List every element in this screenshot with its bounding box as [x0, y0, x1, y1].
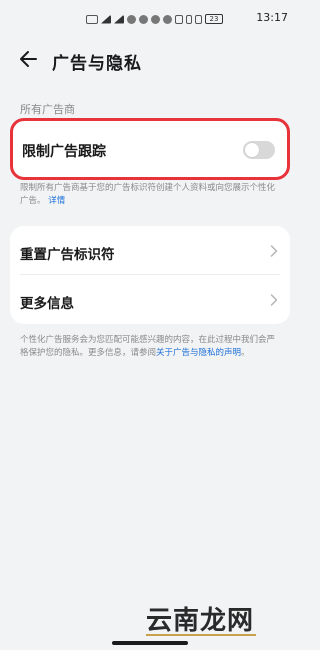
- nfc-icon: [175, 14, 183, 24]
- reset-ad-id-row[interactable]: 重置广告标识符: [10, 226, 290, 275]
- watermark-text: 云南龙网: [146, 606, 255, 636]
- app-icon: [139, 14, 148, 24]
- watermark: 云南龙网: [146, 600, 266, 640]
- section-label: 所有广告商: [20, 103, 75, 116]
- status-bar: 23 13:17: [0, 0, 300, 40]
- battery-icon: 23: [205, 14, 223, 24]
- header: 广告与隐私: [0, 40, 300, 80]
- bluetooth-icon: [186, 14, 192, 24]
- screen: 23 13:17 广告与隐私 所有广告商 限制广告跟踪 限制所有广告商基于您的广…: [0, 0, 300, 650]
- watermark-underline: [146, 634, 256, 636]
- limit-tracking-label: 限制广告跟踪: [22, 144, 106, 160]
- details-link[interactable]: 详情: [48, 196, 65, 206]
- page-title: 广告与隐私: [52, 54, 142, 74]
- limit-tracking-description: 限制所有广告商基于您的广告标识符创建个人资料或向您展示个性化广告。 详情: [20, 182, 282, 208]
- signal-icon: [114, 14, 124, 24]
- arrow-left-icon[interactable]: [18, 48, 40, 70]
- chevron-right-icon: [270, 245, 278, 257]
- toggle-knob: [245, 143, 259, 157]
- chevron-right-icon: [270, 294, 278, 306]
- signal-icon: [101, 14, 111, 24]
- footer-text: 个性化广告服务会为您匹配可能感兴趣的内容，在此过程中我们会严格保护您的隐私。更多…: [20, 334, 282, 360]
- status-time: 13:17: [256, 11, 288, 24]
- more-info-row[interactable]: 更多信息: [10, 275, 290, 324]
- notification-icon: [86, 14, 98, 24]
- limit-tracking-card: 限制广告跟踪: [10, 118, 290, 180]
- app-icon: [163, 14, 172, 24]
- gesture-bar[interactable]: [112, 641, 188, 645]
- more-info-label: 更多信息: [20, 296, 74, 312]
- limit-tracking-toggle[interactable]: [243, 141, 275, 159]
- vibrate-icon: [195, 14, 202, 24]
- options-card: 重置广告标识符 更多信息: [10, 226, 290, 324]
- footer-suffix: 。: [241, 348, 250, 358]
- app-icon: [151, 14, 160, 24]
- wifi-icon: [127, 14, 136, 24]
- reset-ad-id-label: 重置广告标识符: [20, 247, 115, 263]
- status-icons: 23: [86, 14, 223, 24]
- privacy-statement-link[interactable]: 关于广告与隐私的声明: [156, 348, 241, 358]
